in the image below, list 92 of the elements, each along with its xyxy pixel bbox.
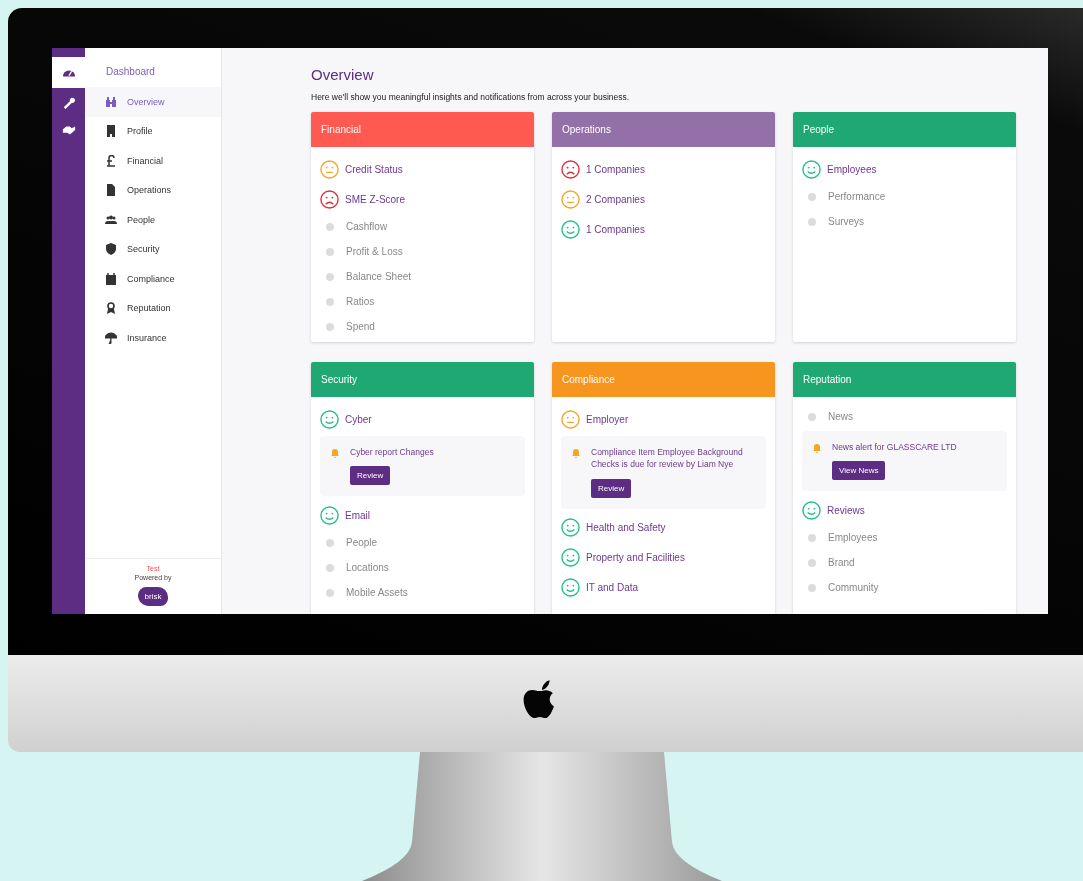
smiley-face-icon xyxy=(320,505,339,525)
sidebar-item[interactable]: Financial xyxy=(85,146,221,176)
neutral-face-icon xyxy=(561,189,580,209)
card-header: Financial xyxy=(311,112,534,147)
card-header: Security xyxy=(311,362,534,397)
pending-item: Brand xyxy=(828,557,855,569)
status-link[interactable]: 1 Companies xyxy=(586,163,645,175)
bell-icon xyxy=(330,448,340,458)
smiley-face-icon xyxy=(802,159,821,179)
neutral-face-icon xyxy=(561,409,580,429)
pending-dot-icon xyxy=(808,558,816,567)
pending-item: News xyxy=(828,411,853,422)
notification-text: Cyber report Changes xyxy=(350,446,434,459)
page-subtitle: Here we'll show you meaningful insights and notifications from across your business. xyxy=(311,92,631,102)
pending-item: Surveys xyxy=(828,216,865,227)
status-link[interactable]: IT and Data xyxy=(586,582,639,594)
pending-dot-icon xyxy=(326,322,334,331)
sidebar-item[interactable]: Compliance xyxy=(85,264,221,294)
pending-item: Performance xyxy=(828,191,886,202)
status-link[interactable]: Cyber xyxy=(345,413,372,425)
card-header: Reputation xyxy=(793,362,1016,397)
sidebar-heading: Dashboard xyxy=(105,65,156,79)
sad-face-icon xyxy=(320,189,339,209)
smiley-face-icon xyxy=(561,578,580,598)
status-link[interactable]: SME Z-Score xyxy=(345,193,405,205)
pending-item: Community xyxy=(828,582,879,594)
pending-item: Cashflow xyxy=(346,221,388,232)
smiley-face-icon xyxy=(561,548,580,568)
pending-item: Spend xyxy=(346,321,375,332)
rail-tab[interactable] xyxy=(52,57,85,88)
sidebar-item[interactable]: Insurance xyxy=(85,323,221,353)
pending-item: Profit & Loss xyxy=(346,246,403,257)
sidebar-item[interactable]: Profile xyxy=(85,116,221,146)
pending-item: Locations xyxy=(346,562,389,574)
action-button[interactable]: Review xyxy=(350,466,391,486)
pending-dot-icon xyxy=(326,538,334,547)
pending-dot-icon xyxy=(808,217,816,226)
status-link[interactable]: Property and Facilities xyxy=(586,552,685,564)
status-link[interactable]: Email xyxy=(345,509,370,521)
document-icon xyxy=(105,184,117,197)
pending-item: Mobile Assets xyxy=(346,587,408,599)
pending-dot-icon xyxy=(326,222,334,231)
status-link[interactable]: Health and Safety xyxy=(586,522,666,534)
pending-dot-icon xyxy=(326,588,334,597)
bell-icon xyxy=(571,448,581,458)
binoculars-icon xyxy=(105,95,117,108)
shield-icon xyxy=(105,243,117,256)
pending-dot-icon xyxy=(326,297,334,306)
building-icon xyxy=(105,125,117,138)
pending-dot-icon xyxy=(326,272,334,281)
neutral-face-icon xyxy=(320,159,339,179)
action-button[interactable]: Review xyxy=(591,478,632,498)
smiley-face-icon xyxy=(320,409,339,429)
status-link[interactable]: Credit Status xyxy=(345,163,403,175)
card-header: Compliance xyxy=(552,362,775,397)
pending-dot-icon xyxy=(326,247,334,256)
status-link[interactable]: Reviews xyxy=(827,504,865,516)
smiley-face-icon xyxy=(561,219,580,239)
notification-text: Compliance Item Employee Background Checks is due for review by Liam Nye xyxy=(591,446,744,471)
bell-icon xyxy=(812,443,822,453)
action-button[interactable]: View News xyxy=(832,461,886,481)
status-link[interactable]: Employees xyxy=(827,163,877,175)
page-title: Overview xyxy=(311,66,375,83)
smiley-face-icon xyxy=(802,500,821,520)
notification-text: News alert for GLASSCARE LTD xyxy=(832,441,957,454)
pending-item: People xyxy=(346,537,378,549)
sidebar-item[interactable]: Reputation xyxy=(85,293,221,323)
pending-dot-icon xyxy=(808,412,816,421)
card-header: Operations xyxy=(552,112,775,147)
pending-dot-icon xyxy=(326,563,334,572)
sidebar-item[interactable]: People xyxy=(85,205,221,235)
brand-logo[interactable]: brisk xyxy=(137,587,169,606)
pending-dot-icon xyxy=(808,533,816,542)
umbrella-icon xyxy=(105,331,117,344)
smiley-face-icon xyxy=(561,518,580,538)
pending-dot-icon xyxy=(808,583,816,592)
card-header: People xyxy=(793,112,1016,147)
pound-icon xyxy=(105,154,117,167)
status-link[interactable]: Employer xyxy=(586,413,629,425)
pending-dot-icon xyxy=(808,192,816,201)
calendar-check-icon xyxy=(105,272,117,285)
people-icon xyxy=(105,213,117,226)
sidebar-item[interactable]: Operations xyxy=(85,175,221,205)
pending-item: Balance Sheet xyxy=(346,271,412,282)
sidebar-item[interactable]: Overview xyxy=(85,87,221,117)
pending-item: Employees xyxy=(828,532,878,544)
sidebar-item[interactable]: Security xyxy=(85,234,221,264)
status-link[interactable]: 2 Companies xyxy=(586,193,645,205)
pending-item: Ratios xyxy=(346,296,375,307)
sad-face-icon xyxy=(561,159,580,179)
award-icon xyxy=(105,302,117,315)
status-link[interactable]: 1 Companies xyxy=(586,223,645,235)
